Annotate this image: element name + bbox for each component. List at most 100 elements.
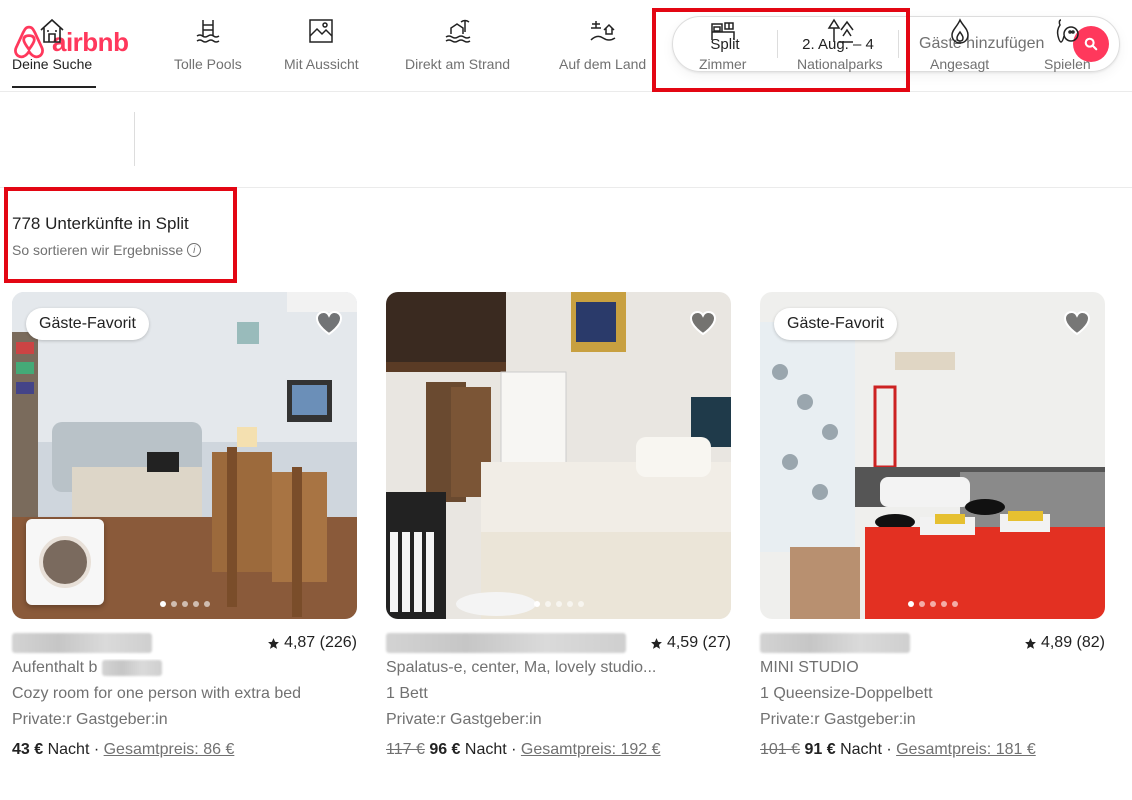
listing-rating: 4,89 (82) bbox=[1024, 634, 1105, 652]
original-price: 101 € bbox=[760, 741, 801, 758]
category-mit-aussicht[interactable]: Mit Aussicht bbox=[284, 14, 359, 72]
category-label: Spielen bbox=[1044, 56, 1091, 72]
price-per-night: 91 € bbox=[804, 741, 836, 758]
carousel-dot bbox=[170, 601, 177, 607]
category-label: Mit Aussicht bbox=[284, 56, 359, 72]
category-label: Angesagt bbox=[930, 56, 990, 72]
home-icon bbox=[40, 18, 64, 43]
carousel-dot bbox=[555, 601, 562, 607]
listing-description: Cozy room for one person with extra bed bbox=[12, 685, 302, 702]
star-icon bbox=[1025, 637, 1036, 649]
category-label: Nationalparks bbox=[797, 56, 883, 72]
heart-icon bbox=[315, 310, 343, 336]
star-icon bbox=[651, 637, 662, 649]
listing-info: 4,59 (27) Spalatus-e, center, Ma, lovely… bbox=[386, 631, 731, 759]
total-price-link[interactable]: Gesamtpreis: 181 € bbox=[896, 741, 1036, 758]
host-avatar bbox=[26, 519, 104, 605]
category-nationalparks[interactable]: Nationalparks bbox=[797, 14, 883, 72]
category-label: Zimmer bbox=[699, 56, 747, 72]
category-label: Deine Suche bbox=[12, 56, 93, 72]
listing-info: 4,89 (82) MINI STUDIO 1 Queensize-Doppel… bbox=[760, 631, 1105, 759]
listing-description: 1 Queensize-Doppelbett bbox=[760, 685, 933, 702]
photo-carousel-dots[interactable] bbox=[533, 601, 584, 607]
national-park-icon bbox=[827, 18, 854, 43]
price-unit: Nacht bbox=[47, 741, 90, 758]
total-price-link[interactable]: Gesamtpreis: 192 € bbox=[521, 741, 661, 758]
rating-value: 4,59 (27) bbox=[666, 634, 731, 651]
photo-carousel-dots[interactable] bbox=[907, 601, 958, 607]
carousel-dot bbox=[940, 601, 947, 607]
pool-icon bbox=[196, 20, 220, 43]
total-price-link[interactable]: Gesamtpreis: 86 € bbox=[104, 741, 235, 758]
countryside-icon bbox=[590, 21, 615, 41]
guest-favorite-badge: Gäste-Favorit bbox=[26, 308, 149, 340]
listing-rating: 4,59 (27) bbox=[650, 634, 731, 652]
carousel-dot bbox=[533, 601, 540, 607]
category-label: Tolle Pools bbox=[174, 56, 242, 72]
blurred-title bbox=[101, 659, 162, 676]
heart-icon bbox=[1063, 310, 1091, 336]
carousel-dot bbox=[544, 601, 551, 607]
category-angesagt[interactable]: Angesagt bbox=[930, 14, 989, 72]
blurred-location bbox=[12, 633, 152, 653]
wishlist-heart-button[interactable] bbox=[315, 310, 343, 341]
category-label: Auf dem Land bbox=[559, 56, 647, 72]
price-unit: Nacht bbox=[464, 741, 507, 758]
blurred-location bbox=[386, 633, 626, 653]
category-spielen[interactable]: Spielen bbox=[1044, 14, 1091, 72]
bowling-icon bbox=[1057, 19, 1080, 43]
listing-info: 4,87 (226) Aufenthalt b Cozy room for on… bbox=[12, 631, 357, 759]
category-label: Direkt am Strand bbox=[405, 56, 511, 72]
guest-favorite-badge: Gäste-Favorit bbox=[774, 308, 897, 340]
price-per-night: 43 € bbox=[12, 741, 44, 758]
carousel-dot bbox=[566, 601, 573, 607]
listing-photo[interactable] bbox=[386, 292, 731, 619]
category-bar bbox=[0, 96, 1132, 188]
rating-value: 4,87 (226) bbox=[284, 634, 357, 651]
host-avatar-photo bbox=[39, 536, 91, 588]
active-category-underline bbox=[12, 86, 96, 88]
listing-card[interactable]: Gäste-Favorit 4,87 (226) Aufenthalt b Co… bbox=[12, 292, 357, 759]
listing-price: 101 € 91 € Nacht · Gesamtpreis: 181 € bbox=[760, 741, 1036, 758]
listing-photo[interactable]: Gäste-Favorit bbox=[12, 292, 357, 619]
listing-rating: 4,87 (226) bbox=[267, 634, 357, 652]
listing-photo[interactable]: Gäste-Favorit bbox=[760, 292, 1105, 619]
category-deine-suche[interactable]: Deine Suche bbox=[12, 14, 92, 72]
carousel-dot bbox=[951, 601, 958, 607]
category-auf-dem-land[interactable]: Auf dem Land bbox=[559, 14, 646, 72]
heart-icon bbox=[689, 310, 717, 336]
listing-title: Aufenthalt b bbox=[12, 659, 357, 679]
category-zimmer[interactable]: Zimmer bbox=[699, 14, 746, 72]
carousel-dot bbox=[181, 601, 188, 607]
listing-card[interactable]: 4,59 (27) Spalatus-e, center, Ma, lovely… bbox=[386, 292, 731, 759]
photo-carousel-dots[interactable] bbox=[159, 601, 210, 607]
carousel-dot bbox=[192, 601, 199, 607]
price-per-night: 96 € bbox=[429, 741, 461, 758]
listing-card[interactable]: Gäste-Favorit 4,89 (82) MINI STUDIO 1 Qu… bbox=[760, 292, 1105, 759]
star-icon bbox=[268, 637, 279, 649]
listing-title: Spalatus-e, center, Ma, lovely studio... bbox=[386, 659, 657, 676]
category-direkt-am-strand[interactable]: Direkt am Strand bbox=[405, 14, 510, 72]
flame-icon bbox=[950, 18, 969, 44]
listing-title: MINI STUDIO bbox=[760, 659, 859, 676]
category-tolle-pools[interactable]: Tolle Pools bbox=[174, 14, 242, 72]
beach-icon bbox=[445, 19, 470, 43]
wishlist-heart-button[interactable] bbox=[1063, 310, 1091, 341]
room-icon bbox=[710, 22, 735, 40]
listing-title-text: Aufenthalt b bbox=[12, 659, 98, 676]
view-icon bbox=[309, 19, 334, 43]
carousel-dot bbox=[577, 601, 584, 607]
listing-host-type: Private:r Gastgeber:in bbox=[386, 711, 542, 728]
category-divider bbox=[134, 112, 135, 166]
carousel-dot bbox=[929, 601, 936, 607]
blurred-location bbox=[760, 633, 910, 653]
listing-host-type: Private:r Gastgeber:in bbox=[760, 711, 916, 728]
listing-host-type: Private:r Gastgeber:in bbox=[12, 711, 168, 728]
carousel-dot bbox=[159, 601, 166, 607]
wishlist-heart-button[interactable] bbox=[689, 310, 717, 341]
rating-value: 4,89 (82) bbox=[1040, 634, 1105, 651]
carousel-dot bbox=[907, 601, 914, 607]
price-unit: Nacht bbox=[840, 741, 882, 758]
carousel-dot bbox=[203, 601, 210, 607]
original-price: 117 € bbox=[386, 741, 425, 758]
